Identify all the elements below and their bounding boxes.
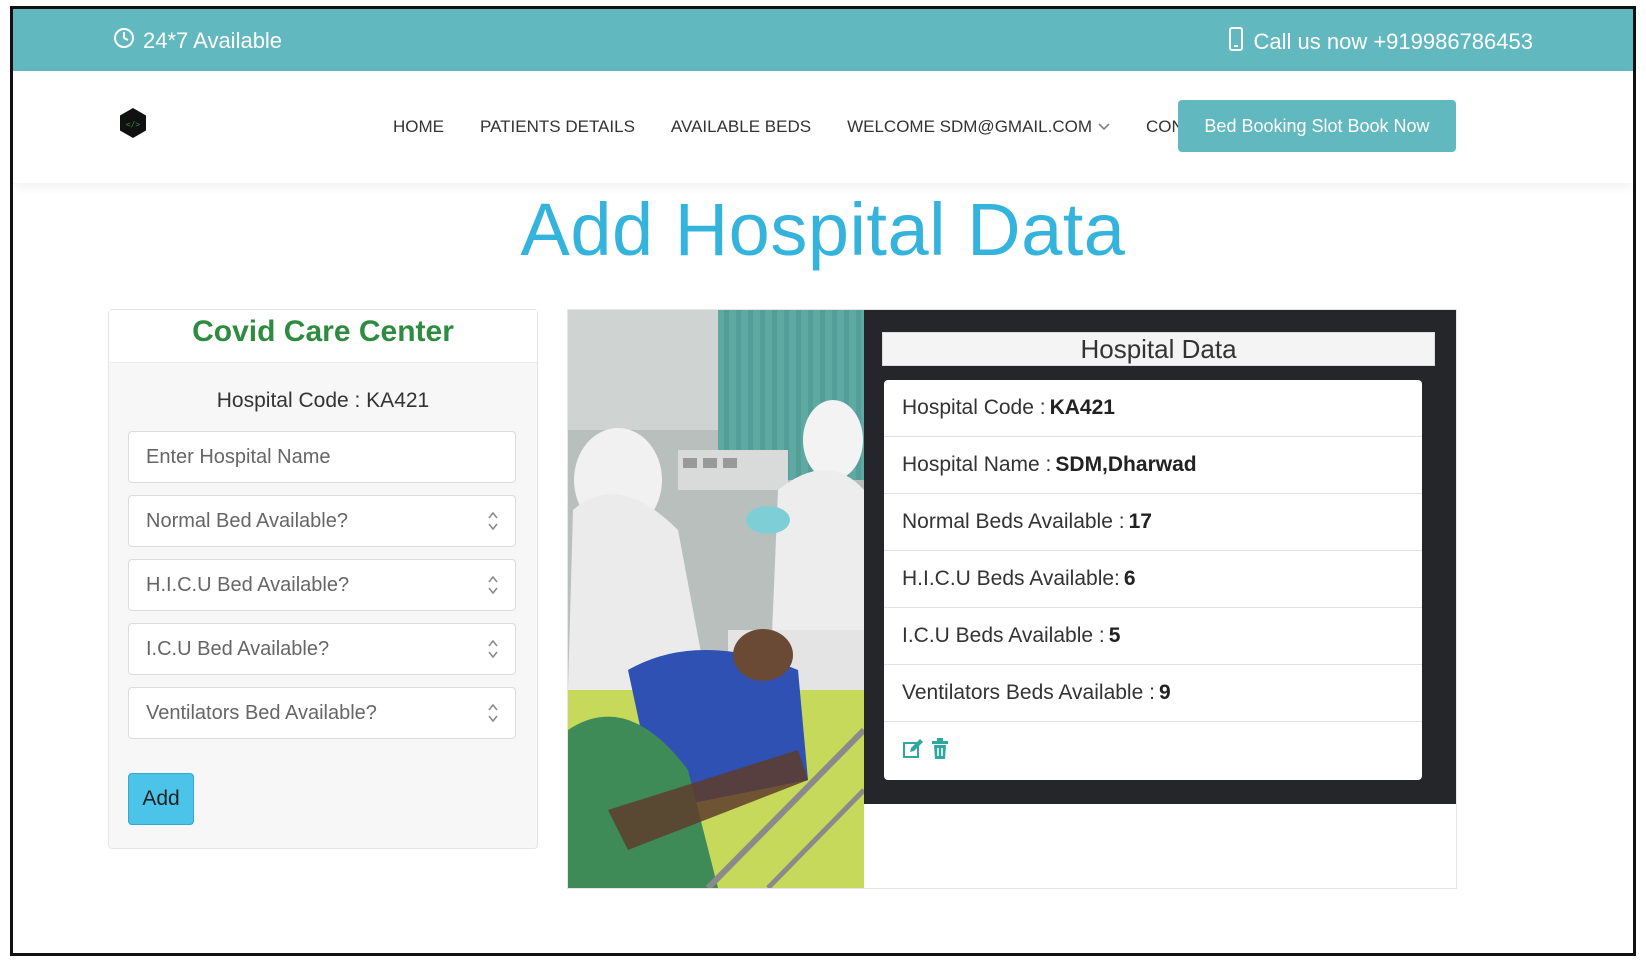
list-item: Ventilators Beds Available : 9 [884,665,1422,722]
availability-text: 24*7 Available [143,28,283,53]
list-item: H.I.C.U Beds Available: 6 [884,551,1422,608]
phone-icon [1229,27,1244,57]
bed-booking-button[interactable]: Bed Booking Slot Book Now [1178,100,1456,152]
nav-welcome-dropdown[interactable]: WELCOME SDM@GMAIL.COM [847,117,1110,137]
trash-icon[interactable] [930,737,950,765]
phone-info: Call us now +919986786453 [1229,27,1533,57]
list-item: Normal Beds Available : 17 [884,494,1422,551]
row-value: 5 [1108,624,1121,647]
hospital-name-input[interactable] [144,444,468,470]
row-label: Ventilators Beds Available : [902,681,1155,704]
row-label: Normal Beds Available : [902,510,1125,533]
site-header: </> HOME PATIENTS DETAILS AVAILABLE BEDS… [13,71,1633,183]
list-item: Hospital Code : KA421 [884,380,1422,437]
clock-icon [113,27,135,55]
svg-text:</>: </> [126,120,141,129]
row-label: I.C.U Beds Available : [902,624,1105,647]
hicu-bed-field[interactable] [128,559,516,611]
top-info-bar: 24*7 Available Call us now +919986786453 [13,9,1633,71]
hospital-data-box: Hospital Data Hospital Code : KA421 Hosp… [864,310,1456,804]
icu-bed-input[interactable] [144,636,468,662]
hospital-data-list: Hospital Code : KA421 Hospital Name : SD… [884,380,1422,780]
hospital-data-title: Hospital Data [882,332,1435,366]
page-title: Add Hospital Data [520,188,1126,271]
hospital-panel: Hospital Data Hospital Code : KA421 Hosp… [567,309,1457,889]
ventilator-bed-input[interactable] [144,700,468,726]
number-spinner-icon[interactable] [487,509,499,533]
main-nav: HOME PATIENTS DETAILS AVAILABLE BEDS WEL… [393,117,1227,137]
chevron-down-icon [1098,123,1110,131]
number-spinner-icon[interactable] [487,701,499,725]
row-label: H.I.C.U Beds Available: [902,567,1120,590]
number-spinner-icon[interactable] [487,573,499,597]
hospital-photo [568,310,864,888]
logo-icon[interactable]: </> [118,107,148,144]
row-label: Hospital Code : [902,396,1046,419]
row-value: KA421 [1049,396,1115,419]
row-value: 9 [1158,681,1171,704]
hospital-code-label: Hospital Code : KA421 [216,389,430,412]
nav-home[interactable]: HOME [393,117,444,137]
number-spinner-icon[interactable] [487,637,499,661]
row-value: 6 [1123,567,1136,590]
row-value: 17 [1128,510,1152,533]
hospital-name-field[interactable] [128,431,516,483]
phone-text[interactable]: Call us now +919986786453 [1253,29,1533,55]
nav-patients-details[interactable]: PATIENTS DETAILS [480,117,635,137]
ventilator-bed-field[interactable] [128,687,516,739]
availability-info: 24*7 Available [113,27,282,55]
form-heading: Covid Care Center [109,310,537,363]
row-label: Hospital Name : [902,453,1052,476]
list-item: Hospital Name : SDM,Dharwad [884,437,1422,494]
welcome-label: WELCOME SDM@GMAIL.COM [847,117,1092,136]
normal-bed-field[interactable] [128,495,516,547]
nav-available-beds[interactable]: AVAILABLE BEDS [671,117,811,137]
row-value: SDM,Dharwad [1055,453,1197,476]
normal-bed-input[interactable] [144,508,468,534]
row-actions [884,722,1422,780]
list-item: I.C.U Beds Available : 5 [884,608,1422,665]
browser-frame: 24*7 Available Call us now +919986786453… [10,6,1636,956]
hicu-bed-input[interactable] [144,572,468,598]
icu-bed-field[interactable] [128,623,516,675]
edit-icon[interactable] [902,738,924,765]
add-hospital-form: Covid Care Center Hospital Code : KA421 … [108,309,538,849]
add-button[interactable]: Add [128,773,194,825]
